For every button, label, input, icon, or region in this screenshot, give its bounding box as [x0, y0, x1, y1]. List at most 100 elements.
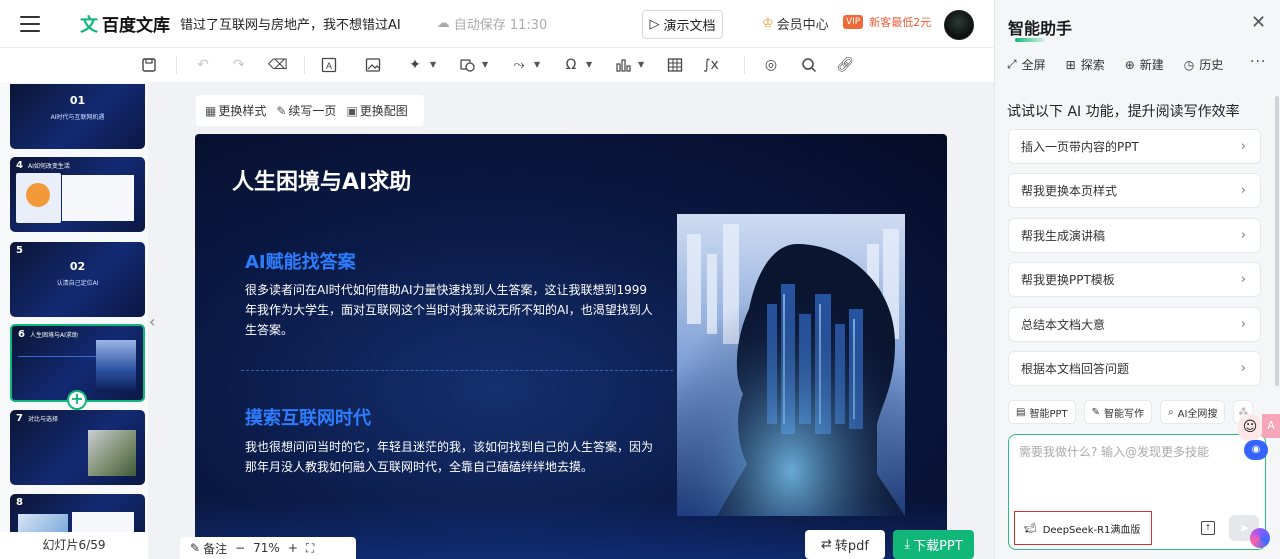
- slide-thumbnail[interactable]: 5 02 认清自己定位AI: [10, 242, 145, 317]
- download-icon: ⤓: [904, 537, 911, 552]
- change-image-button[interactable]: ▣ 更换配图: [346, 102, 407, 119]
- section-divider: [241, 370, 673, 371]
- section-heading[interactable]: AI赋能找答案: [245, 248, 356, 274]
- slide-canvas[interactable]: 人生困境与AI求助 AI赋能找答案 很多读者问在AI时代如何借助AI力量快速找到…: [195, 134, 947, 559]
- toolbar-divider: [304, 56, 305, 74]
- chevron-right-icon: ›: [1240, 361, 1246, 376]
- symbol-icon[interactable]: Ω: [562, 56, 580, 74]
- chevron-down-icon[interactable]: ▼: [638, 60, 644, 69]
- tab-explore[interactable]: ⊞ 探索: [1066, 56, 1105, 73]
- undo-icon[interactable]: ↶: [194, 56, 212, 74]
- format-painter-icon[interactable]: ⌫: [268, 56, 288, 74]
- chart-icon[interactable]: [614, 56, 632, 74]
- panel-scrollbar[interactable]: [1275, 96, 1279, 386]
- vip-center-link[interactable]: ♔ 会员中心: [762, 14, 829, 33]
- chevron-down-icon[interactable]: ▼: [430, 60, 436, 69]
- skill-chips: ▤ 智能PPT ✎ 智能写作 ⌕ AI全网搜 ⁂: [1008, 400, 1254, 424]
- logo[interactable]: 文 百度文库: [80, 11, 170, 37]
- thumbnail-title: 认清自己定位AI: [56, 280, 99, 287]
- change-style-label: 更换样式: [218, 104, 267, 118]
- zoom-out-button[interactable]: −: [235, 541, 245, 555]
- section-body[interactable]: 很多读者问在AI时代如何借助AI力量快速找到人生答案，这让我联想到1999年我作…: [245, 280, 655, 340]
- document-title[interactable]: 错过了互联网与房地产，我不想错过AI: [180, 14, 401, 33]
- search-icon[interactable]: [800, 56, 818, 74]
- toolbar-divider: [176, 56, 177, 74]
- tab-fullscreen[interactable]: ⤢ 全屏: [1007, 56, 1046, 73]
- thumbnail-number: 4: [16, 160, 23, 171]
- chevron-down-icon[interactable]: ▼: [586, 60, 592, 69]
- feature-summarize-doc[interactable]: 总结本文档大意 ›: [1008, 307, 1261, 342]
- chip-smart-writing[interactable]: ✎ 智能写作: [1083, 400, 1153, 424]
- feature-insert-ppt-page[interactable]: 插入一页带内容的PPT ›: [1008, 129, 1261, 164]
- promo-text: 新客最低2元: [869, 16, 932, 29]
- text-box-icon[interactable]: A: [320, 56, 338, 74]
- link-icon[interactable]: 🔗︎: [836, 56, 854, 74]
- assistant-title: 智能助手: [1008, 19, 1073, 38]
- save-icon[interactable]: [140, 56, 158, 74]
- chip-web-search[interactable]: ⌕ AI全网搜: [1160, 400, 1226, 424]
- change-style-button[interactable]: ▦ 更换样式: [205, 102, 266, 119]
- redo-icon[interactable]: ↷: [230, 56, 248, 74]
- crown-icon: ♔: [762, 16, 774, 31]
- send-icon: ➤: [1238, 521, 1250, 535]
- slide-thumbnail[interactable]: 7 对比与选择: [10, 410, 145, 485]
- feature-generate-speech[interactable]: 帮我生成演讲稿 ›: [1008, 218, 1261, 253]
- floating-tag-icon[interactable]: A: [1262, 414, 1280, 438]
- assistant-avatar-icon[interactable]: ☺: [1238, 414, 1262, 442]
- chat-input[interactable]: [1019, 443, 1239, 503]
- chip-label: AI全网搜: [1177, 408, 1218, 420]
- close-icon[interactable]: ✕: [1251, 12, 1266, 33]
- present-button[interactable]: ▷ 演示文档: [642, 10, 723, 39]
- download-ppt-button[interactable]: ⤓ 下载PPT: [893, 530, 974, 559]
- feature-change-template[interactable]: 帮我更换PPT模板 ›: [1008, 262, 1261, 297]
- chevron-down-icon[interactable]: ▼: [482, 60, 488, 69]
- chevron-right-icon: ›: [1240, 228, 1246, 243]
- slide-counter: 幻灯片6/59: [0, 532, 148, 559]
- slide-title[interactable]: 人生困境与AI求助: [232, 164, 411, 196]
- ai-head-city-image[interactable]: [677, 214, 905, 516]
- chevron-down-icon[interactable]: ▼: [534, 60, 540, 69]
- chevron-right-icon: ›: [1240, 139, 1246, 154]
- model-selector[interactable]: 🐋︎ DeepSeek-R1满血版: [1014, 511, 1152, 545]
- table-icon[interactable]: [666, 56, 684, 74]
- insert-shape-icon[interactable]: [458, 56, 476, 74]
- formula-icon[interactable]: ∫x: [702, 56, 720, 74]
- feature-label: 帮我更换本页样式: [1021, 184, 1118, 198]
- tab-label: 历史: [1199, 58, 1224, 72]
- tab-label: 探索: [1080, 58, 1105, 72]
- add-slide-button[interactable]: +: [67, 390, 87, 410]
- feature-answer-questions[interactable]: 根据本文档回答问题 ›: [1008, 351, 1261, 386]
- zoom-level[interactable]: 71%: [253, 541, 280, 555]
- slide-thumbnail[interactable]: 01 AI时代与互联网机遇: [10, 84, 145, 149]
- shape-icon[interactable]: ✦: [406, 56, 424, 74]
- zoom-in-button[interactable]: +: [288, 541, 298, 555]
- ai-orb-icon[interactable]: [1250, 528, 1270, 548]
- section-body[interactable]: 我也很想问问当时的它，年轻且迷茫的我，该如何找到自己的人生答案，因为那年月没人教…: [245, 437, 655, 477]
- tab-history[interactable]: ◷ 历史: [1184, 56, 1224, 73]
- slide-thumbnail[interactable]: 4 AI如何改变生活: [10, 157, 145, 232]
- collapse-panel-icon[interactable]: ‹: [149, 312, 155, 331]
- ai-assistant-panel: 智能助手 ✕ ⤢ 全屏 ⊞ 探索 ⊕ 新建 ◷ 历史 ··· 试试以下 AI 功能，提升…: [994, 0, 1280, 559]
- tab-label: 全屏: [1021, 58, 1046, 72]
- chip-smart-ppt[interactable]: ▤ 智能PPT: [1008, 400, 1076, 424]
- more-icon[interactable]: ···: [1250, 54, 1266, 70]
- menu-icon[interactable]: [20, 15, 40, 32]
- bot-icon[interactable]: ◉: [1244, 440, 1268, 460]
- toolbar-divider: [744, 56, 745, 74]
- expand-icon: ⤢: [1007, 57, 1017, 71]
- feature-change-page-style[interactable]: 帮我更换本页样式 ›: [1008, 173, 1261, 208]
- thumbnail-image: [88, 430, 136, 476]
- tab-new[interactable]: ⊕ 新建: [1125, 56, 1164, 73]
- section-heading[interactable]: 摸索互联网时代: [245, 404, 371, 430]
- flowchart-icon[interactable]: ⤳: [510, 56, 528, 74]
- image-icon[interactable]: [364, 56, 382, 74]
- continue-page-button[interactable]: ✎ 续写一页: [276, 102, 336, 119]
- promo-link[interactable]: VIP 新客最低2元: [843, 14, 931, 30]
- record-icon[interactable]: ◎: [762, 56, 780, 74]
- convert-pdf-button[interactable]: ⇄ 转pdf: [805, 530, 885, 559]
- notes-button[interactable]: ✎ 备注: [190, 540, 227, 557]
- title-underline: [1015, 38, 1045, 42]
- upload-icon[interactable]: ↑: [1201, 521, 1215, 535]
- fit-screen-icon[interactable]: ⛶: [306, 541, 314, 556]
- user-avatar[interactable]: [944, 10, 974, 40]
